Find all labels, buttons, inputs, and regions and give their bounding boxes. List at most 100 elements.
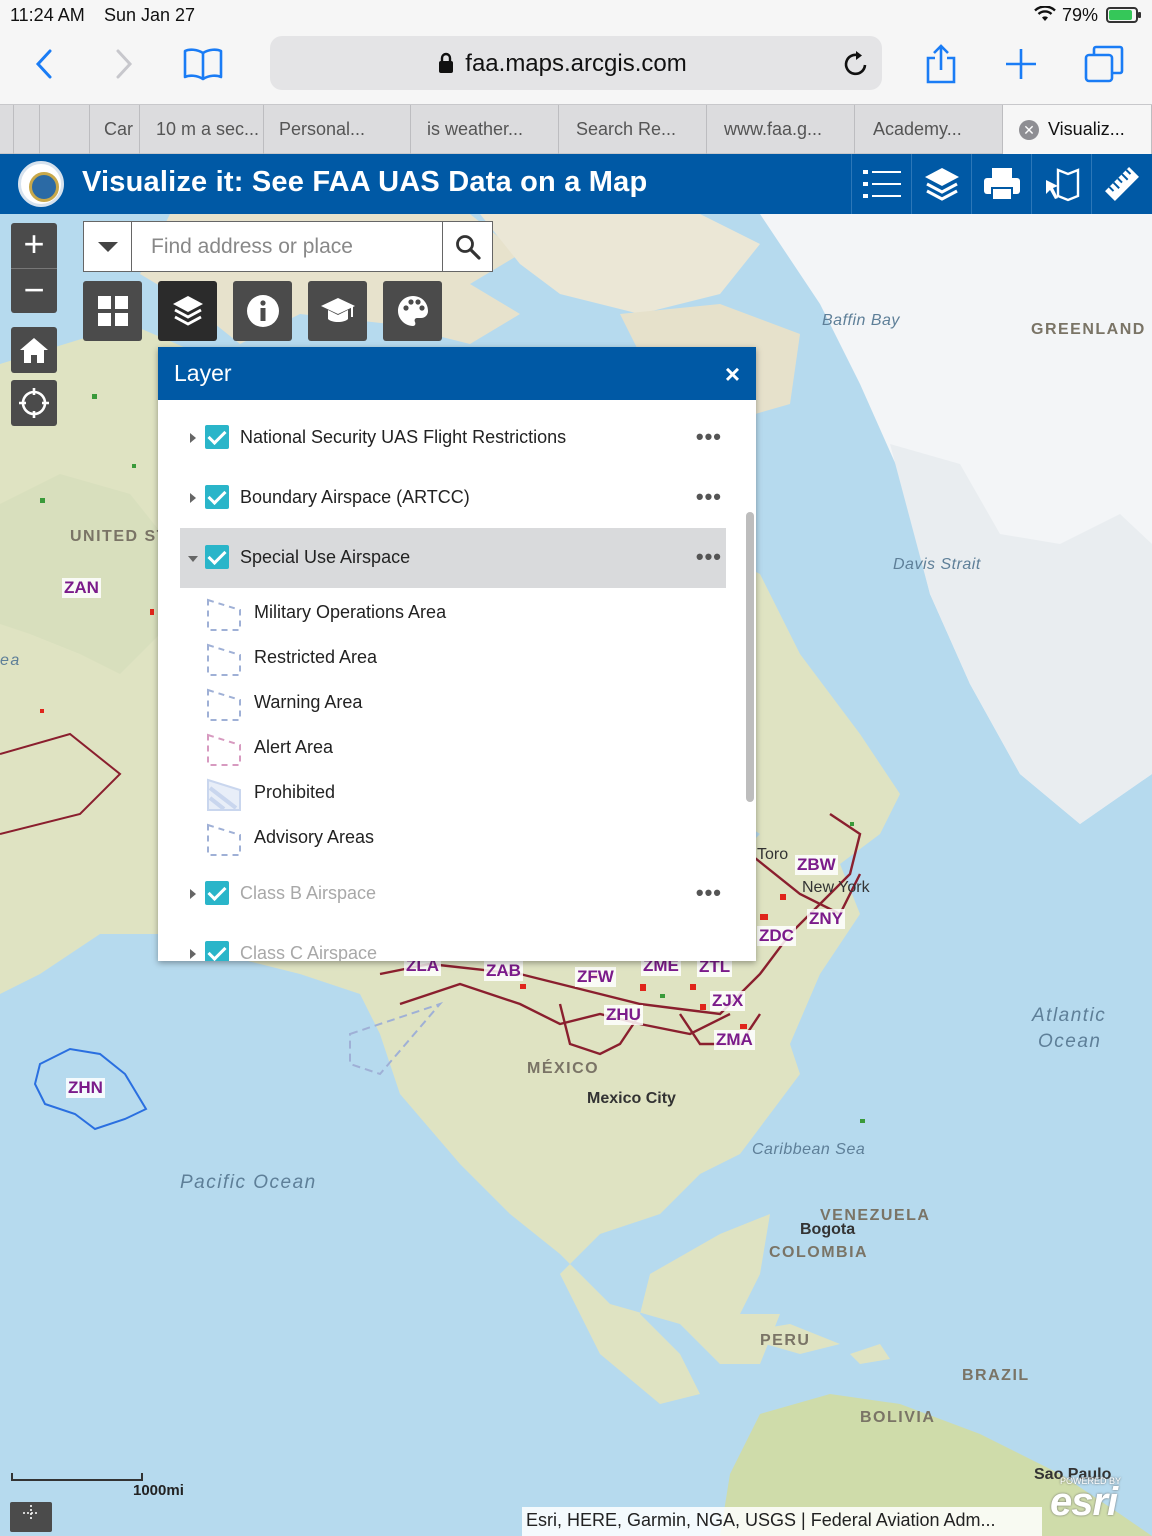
layer-item[interactable]: Boundary Airspace (ARTCC) ••• bbox=[180, 468, 726, 528]
esri-logo[interactable]: esri bbox=[1050, 1480, 1118, 1525]
reload-icon[interactable] bbox=[842, 48, 870, 83]
artcc-label[interactable]: ZFW bbox=[575, 967, 616, 987]
tab-item[interactable]: www.faa.g... bbox=[707, 105, 855, 154]
panel-header: Layer × bbox=[158, 347, 756, 400]
layer-list-button[interactable] bbox=[158, 281, 217, 341]
legend-tool-button[interactable] bbox=[851, 154, 911, 214]
map-pointer-icon bbox=[1045, 168, 1079, 202]
theme-button[interactable] bbox=[383, 281, 442, 341]
plus-icon bbox=[1006, 49, 1036, 79]
tab-item[interactable]: Car bbox=[90, 105, 140, 154]
search-button[interactable] bbox=[442, 222, 492, 271]
address-bar[interactable]: faa.maps.arcgis.com bbox=[270, 36, 882, 90]
share-button[interactable] bbox=[915, 38, 967, 90]
graduation-cap-icon bbox=[320, 298, 355, 322]
map-label: New York bbox=[802, 879, 870, 896]
home-icon bbox=[20, 338, 48, 363]
directions-tool-button[interactable] bbox=[1031, 154, 1091, 214]
map-label: PERU bbox=[760, 1332, 811, 1349]
tabs-button[interactable] bbox=[1078, 38, 1130, 90]
layer-visibility-checkbox[interactable] bbox=[205, 881, 229, 905]
layer-panel: Layer × National Security UAS Flight Res… bbox=[158, 347, 756, 961]
printer-icon bbox=[983, 168, 1020, 201]
status-time: 11:24 AM bbox=[10, 5, 85, 25]
close-icon[interactable]: × bbox=[725, 359, 740, 390]
expand-caret-icon[interactable] bbox=[190, 493, 196, 503]
home-button[interactable] bbox=[11, 327, 57, 373]
layer-list: National Security UAS Flight Restriction… bbox=[158, 400, 756, 961]
back-button[interactable] bbox=[18, 38, 70, 90]
locate-icon bbox=[19, 388, 49, 418]
zoom-in-button[interactable]: + bbox=[11, 223, 57, 268]
artcc-label[interactable]: ZHU bbox=[604, 1005, 643, 1025]
layer-visibility-checkbox[interactable] bbox=[205, 425, 229, 449]
layer-item[interactable]: Class C Airspace bbox=[180, 924, 726, 961]
map-label: BRAZIL bbox=[962, 1367, 1030, 1384]
browser-toolbar: faa.maps.arcgis.com bbox=[0, 30, 1152, 104]
locate-button[interactable] bbox=[11, 380, 57, 426]
search-widget bbox=[83, 221, 493, 272]
layer-visibility-checkbox[interactable] bbox=[205, 545, 229, 569]
layer-item[interactable]: Class B Airspace ••• bbox=[180, 864, 726, 924]
search-input[interactable] bbox=[134, 222, 442, 271]
dashed-polygon-swatch-icon bbox=[207, 643, 241, 676]
list-icon bbox=[862, 170, 901, 198]
tab-item[interactable]: Academy... bbox=[855, 105, 1003, 154]
search-source-dropdown[interactable] bbox=[84, 222, 132, 271]
tab-item[interactable]: is weather... bbox=[411, 105, 559, 154]
overview-toggle-button[interactable] bbox=[10, 1502, 52, 1532]
more-options-icon[interactable]: ••• bbox=[696, 546, 722, 568]
tab-item[interactable]: 10 m a sec... bbox=[140, 105, 264, 154]
map-label: Mexico City bbox=[587, 1090, 676, 1107]
scale-bar bbox=[11, 1473, 143, 1481]
expand-caret-icon[interactable] bbox=[190, 433, 196, 443]
expand-caret-icon[interactable] bbox=[190, 889, 196, 899]
learn-button[interactable] bbox=[308, 281, 367, 341]
tab-item[interactable]: Personal... bbox=[264, 105, 411, 154]
status-date: Sun Jan 27 bbox=[104, 5, 196, 25]
tabs-icon bbox=[1084, 45, 1124, 83]
dashed-polygon-swatch-icon bbox=[207, 598, 241, 631]
map-attribution[interactable]: Esri, HERE, Garmin, NGA, USGS | Federal … bbox=[522, 1507, 1042, 1536]
layers-tool-button[interactable] bbox=[911, 154, 971, 214]
forward-button[interactable] bbox=[98, 38, 150, 90]
scrollbar[interactable] bbox=[746, 512, 754, 802]
close-tab-icon[interactable]: ✕ bbox=[1019, 120, 1039, 140]
app-header: Visualize it: See FAA UAS Data on a Map bbox=[0, 154, 1152, 214]
artcc-label[interactable]: ZHN bbox=[66, 1078, 105, 1098]
map-label: BOLIVIA bbox=[860, 1409, 936, 1426]
about-button[interactable] bbox=[233, 281, 292, 341]
basemap-gallery-button[interactable] bbox=[83, 281, 142, 341]
bookmarks-button[interactable] bbox=[177, 38, 229, 90]
legend-label: Prohibited bbox=[254, 782, 336, 802]
artcc-label[interactable]: ZAN bbox=[62, 578, 101, 598]
layer-item-selected[interactable]: Special Use Airspace ••• bbox=[180, 528, 726, 588]
artcc-label[interactable]: ZJX bbox=[710, 991, 746, 1011]
print-tool-button[interactable] bbox=[971, 154, 1031, 214]
more-options-icon[interactable]: ••• bbox=[696, 486, 722, 508]
hatched-polygon-swatch-icon bbox=[207, 778, 241, 811]
layer-item[interactable]: National Security UAS Flight Restriction… bbox=[180, 408, 726, 468]
tab-stub[interactable] bbox=[14, 105, 40, 154]
tab-stub[interactable] bbox=[0, 105, 14, 154]
zoom-out-button[interactable]: − bbox=[11, 268, 57, 313]
artcc-label[interactable]: ZNY bbox=[807, 909, 845, 929]
expand-caret-icon[interactable] bbox=[190, 949, 196, 959]
layer-visibility-checkbox[interactable] bbox=[205, 941, 229, 961]
layer-visibility-checkbox[interactable] bbox=[205, 485, 229, 509]
artcc-label[interactable]: ZDC bbox=[757, 926, 796, 946]
tab-stub[interactable] bbox=[40, 105, 90, 154]
more-options-icon[interactable]: ••• bbox=[696, 882, 722, 904]
collapse-caret-icon[interactable] bbox=[188, 556, 198, 562]
tab-item[interactable]: Search Re... bbox=[559, 105, 707, 154]
layer-name: Class B Airspace bbox=[240, 883, 377, 903]
tab-item-active[interactable]: ✕ Visualiz... bbox=[1003, 105, 1152, 154]
info-icon bbox=[246, 295, 279, 327]
artcc-label[interactable]: ZBW bbox=[795, 855, 838, 875]
new-tab-button[interactable] bbox=[995, 38, 1047, 90]
artcc-label[interactable]: ZAB bbox=[484, 961, 523, 981]
more-options-icon[interactable]: ••• bbox=[696, 426, 722, 448]
measure-tool-button[interactable] bbox=[1091, 154, 1152, 214]
map-label: UNITED ST bbox=[70, 528, 168, 545]
artcc-label[interactable]: ZMA bbox=[714, 1030, 755, 1050]
